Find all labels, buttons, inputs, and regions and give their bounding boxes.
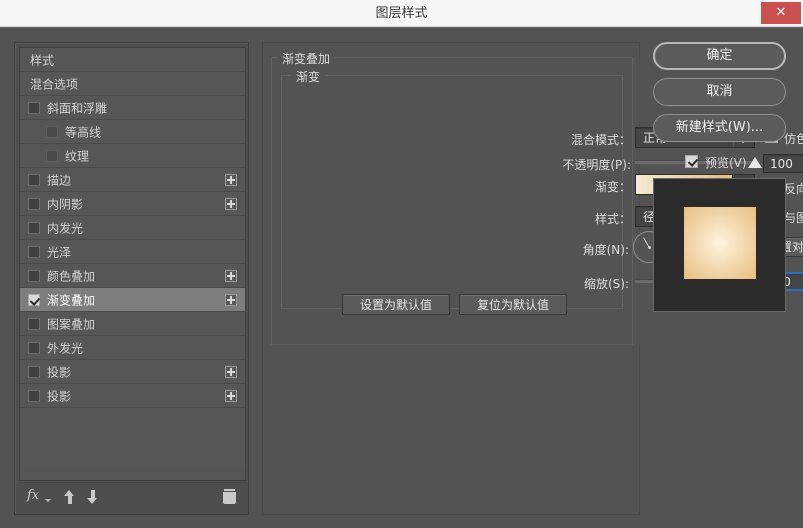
sidebar-item-checkbox[interactable] xyxy=(28,174,40,186)
opacity-label: 不透明度(P): xyxy=(535,156,631,173)
dialog-titlebar: 图层样式 ✕ xyxy=(0,0,803,27)
sidebar-item-checkbox[interactable] xyxy=(28,246,40,258)
sidebar-item-checkbox[interactable] xyxy=(28,270,40,282)
preview-thumbnail xyxy=(653,178,786,312)
section-title: 渐变叠加 xyxy=(277,50,335,67)
reset-default-button[interactable]: 复位为默认值 xyxy=(459,294,567,315)
sidebar-item-checkbox[interactable] xyxy=(28,294,40,306)
sidebar-item-13[interactable]: 投影 xyxy=(20,360,245,384)
sidebar-item-label: 斜面和浮雕 xyxy=(47,102,107,116)
group-title: 渐变 xyxy=(291,68,325,85)
sidebar-item-3[interactable]: 等高线 xyxy=(20,120,245,144)
styles-sidebar: 样式混合选项斜面和浮雕等高线纹理描边内阴影内发光光泽颜色叠加渐变叠加图案叠加外发… xyxy=(14,42,249,515)
sidebar-empty-area xyxy=(20,408,245,467)
sidebar-item-label: 渐变叠加 xyxy=(47,294,95,308)
sidebar-item-label: 纹理 xyxy=(65,150,89,164)
new-style-button[interactable]: 新建样式(W)... xyxy=(653,114,786,142)
scale-label: 缩放(S): xyxy=(551,275,629,292)
sidebar-item-10[interactable]: 渐变叠加 xyxy=(20,288,245,312)
sidebar-item-4[interactable]: 纹理 xyxy=(20,144,245,168)
move-up-icon[interactable] xyxy=(64,490,75,504)
sidebar-item-label: 混合选项 xyxy=(30,78,78,92)
sidebar-item-label: 外发光 xyxy=(47,342,83,356)
sidebar-item-label: 内发光 xyxy=(47,222,83,236)
gradient-label: 渐变： xyxy=(559,178,631,195)
sidebar-item-label: 图案叠加 xyxy=(47,318,95,332)
sidebar-item-14[interactable]: 投影 xyxy=(20,384,245,408)
sidebar-item-label: 颜色叠加 xyxy=(47,270,95,284)
sidebar-item-8[interactable]: 光泽 xyxy=(20,240,245,264)
sidebar-item-checkbox[interactable] xyxy=(28,198,40,210)
sidebar-item-label: 投影 xyxy=(47,390,71,404)
sidebar-item-checkbox[interactable] xyxy=(46,150,58,162)
sidebar-item-1[interactable]: 混合选项 xyxy=(20,72,245,96)
angle-center-icon xyxy=(648,246,651,249)
angle-label: 角度(N): xyxy=(551,241,629,258)
close-icon[interactable]: ✕ xyxy=(761,2,801,24)
sidebar-item-label: 等高线 xyxy=(65,126,101,140)
sidebar-item-12[interactable]: 外发光 xyxy=(20,336,245,360)
sidebar-item-checkbox[interactable] xyxy=(28,366,40,378)
add-effect-icon[interactable] xyxy=(225,174,237,186)
sidebar-item-label: 样式 xyxy=(30,54,54,68)
sidebar-item-7[interactable]: 内发光 xyxy=(20,216,245,240)
dialog-title: 图层样式 xyxy=(0,0,803,27)
sidebar-item-label: 投影 xyxy=(47,366,71,380)
sidebar-item-checkbox[interactable] xyxy=(28,222,40,234)
ok-button[interactable]: 确定 xyxy=(653,42,786,70)
sidebar-item-checkbox[interactable] xyxy=(28,102,40,114)
preview-checkbox[interactable] xyxy=(685,155,698,168)
preview-gradient-sample xyxy=(684,207,756,279)
trash-icon[interactable] xyxy=(223,489,236,504)
style-label: 样式： xyxy=(559,210,631,227)
preview-label: 预览(V) xyxy=(705,154,747,171)
cancel-button[interactable]: 取消 xyxy=(653,78,786,106)
add-effect-icon[interactable] xyxy=(225,198,237,210)
gradient-overlay-panel: 渐变叠加 渐变 混合模式： 正常 仿色 不透明度(P): 100 % 渐变： 反… xyxy=(262,42,640,515)
add-effect-icon[interactable] xyxy=(225,366,237,378)
sidebar-item-5[interactable]: 描边 xyxy=(20,168,245,192)
sidebar-item-checkbox[interactable] xyxy=(28,342,40,354)
blend-mode-label: 混合模式： xyxy=(543,131,631,148)
sidebar-item-11[interactable]: 图案叠加 xyxy=(20,312,245,336)
add-effect-icon[interactable] xyxy=(225,390,237,402)
sidebar-item-label: 内阴影 xyxy=(47,198,83,212)
sidebar-item-0[interactable]: 样式 xyxy=(20,48,245,72)
sidebar-item-6[interactable]: 内阴影 xyxy=(20,192,245,216)
fx-caret-icon xyxy=(45,499,51,502)
sidebar-item-checkbox[interactable] xyxy=(28,390,40,402)
sidebar-item-2[interactable]: 斜面和浮雕 xyxy=(20,96,245,120)
style-list[interactable]: 样式混合选项斜面和浮雕等高线纹理描边内阴影内发光光泽颜色叠加渐变叠加图案叠加外发… xyxy=(19,47,246,481)
sidebar-item-label: 光泽 xyxy=(47,246,71,260)
fx-icon[interactable]: fx xyxy=(27,488,39,503)
move-down-icon[interactable] xyxy=(87,490,98,504)
sidebar-item-checkbox[interactable] xyxy=(46,126,58,138)
sidebar-item-label: 描边 xyxy=(47,174,71,188)
add-effect-icon[interactable] xyxy=(225,270,237,282)
add-effect-icon[interactable] xyxy=(225,294,237,306)
dialog-body: 样式混合选项斜面和浮雕等高线纹理描边内阴影内发光光泽颜色叠加渐变叠加图案叠加外发… xyxy=(0,27,803,528)
sidebar-toolbar: fx xyxy=(19,482,246,510)
dialog-actions: 确定 取消 新建样式(W)... 预览(V) xyxy=(653,42,788,515)
set-default-button[interactable]: 设置为默认值 xyxy=(342,294,450,315)
sidebar-item-checkbox[interactable] xyxy=(28,318,40,330)
sidebar-item-9[interactable]: 颜色叠加 xyxy=(20,264,245,288)
